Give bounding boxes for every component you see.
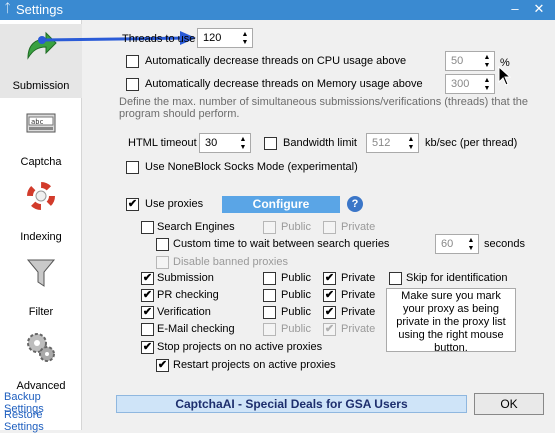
socks-mode-label: Use NoneBlock Socks Mode (experimental) [145, 161, 358, 173]
bandwidth-spinner[interactable]: 512 ▲ ▼ [366, 133, 419, 153]
bandwidth-limit-label: Bandwidth limit [283, 137, 357, 149]
private-label: Private [341, 272, 376, 284]
minimize-button[interactable]: – [506, 1, 524, 17]
threads-spinner[interactable]: 120 ▲ ▼ [197, 28, 253, 48]
proxy-note: Make sure you mark your proxy as being p… [386, 288, 516, 354]
socks-mode-checkbox[interactable] [126, 161, 139, 174]
sidebar-item-captcha[interactable]: abc Captcha [0, 100, 82, 174]
memory-value: 300 [451, 78, 470, 90]
cpu-spinner[interactable]: 50 ▲ ▼ [445, 51, 495, 71]
public-label: Public [281, 323, 311, 335]
search-engines-label: Search Engines [157, 221, 235, 233]
captcha-icon: abc [26, 113, 56, 133]
html-timeout-spinner[interactable]: 30 ▲ ▼ [199, 133, 251, 153]
pr-checking-checkbox[interactable]: ✔ [141, 289, 154, 302]
stop-projects-checkbox[interactable]: ✔ [141, 341, 154, 354]
search-engines-checkbox[interactable] [141, 221, 154, 234]
memory-decrease-label: Automatically decrease threads on Memory… [145, 78, 423, 90]
private-label: Private [341, 221, 376, 233]
threads-value: 120 [203, 32, 222, 44]
restore-settings-link[interactable]: Restore Settings [4, 409, 81, 433]
pr-public-checkbox[interactable] [263, 289, 276, 302]
close-button[interactable]: ✕ [530, 1, 548, 17]
configure-button[interactable]: Configure [222, 196, 340, 213]
pr-private-checkbox[interactable]: ✔ [323, 289, 336, 302]
skip-identification-label: Skip for identification [406, 272, 508, 284]
sidebar-item-filter[interactable]: Filter [0, 250, 82, 324]
memory-decrease-checkbox[interactable] [126, 78, 139, 91]
spin-down-icon[interactable]: ▼ [481, 84, 493, 93]
public-label: Public [281, 221, 311, 233]
spin-down-icon[interactable]: ▼ [237, 143, 249, 152]
email-public-checkbox[interactable] [263, 323, 276, 336]
submission-private-checkbox[interactable]: ✔ [323, 272, 336, 285]
sidebar-item-indexing[interactable]: Indexing [0, 175, 82, 249]
threads-description: Define the max. number of simultaneous s… [119, 96, 529, 120]
cursor-icon [498, 66, 512, 86]
memory-spinner[interactable]: 300 ▲ ▼ [445, 74, 495, 94]
ok-button[interactable]: OK [474, 393, 544, 415]
restart-projects-label: Restart projects on active proxies [173, 359, 336, 371]
public-label: Public [281, 306, 311, 318]
sidebar: Submission abc Captcha Indexing Filter A… [0, 20, 82, 433]
disable-banned-label: Disable banned proxies [173, 256, 288, 268]
stop-projects-label: Stop projects on no active proxies [157, 341, 323, 353]
search-engines-public-checkbox[interactable] [263, 221, 276, 234]
threads-label: Threads to use [122, 33, 196, 45]
bandwidth-limit-checkbox[interactable] [264, 137, 277, 150]
seconds-label: seconds [484, 238, 525, 250]
custom-time-value: 60 [441, 238, 454, 250]
spin-down-icon[interactable]: ▼ [405, 143, 417, 152]
submission-label: Submission [157, 272, 214, 284]
email-checking-label: E-Mail checking [157, 323, 235, 335]
skip-identification-checkbox[interactable] [389, 272, 402, 285]
public-label: Public [281, 272, 311, 284]
sidebar-item-label: Submission [12, 80, 70, 92]
spin-down-icon[interactable]: ▼ [481, 61, 493, 70]
custom-time-label: Custom time to wait between search queri… [173, 238, 390, 250]
disable-banned-checkbox[interactable] [156, 256, 169, 269]
help-icon[interactable]: ? [347, 196, 363, 212]
spin-down-icon[interactable]: ▼ [239, 38, 251, 47]
sidebar-item-label: Captcha [20, 156, 62, 168]
html-timeout-value: 30 [205, 137, 218, 149]
svg-text:abc: abc [31, 118, 44, 126]
public-label: Public [281, 289, 311, 301]
verification-label: Verification [157, 306, 211, 318]
pin-icon: ᛏ [4, 1, 12, 15]
submission-checkbox[interactable]: ✔ [141, 272, 154, 285]
lifebuoy-icon [27, 182, 55, 210]
bandwidth-unit: kb/sec (per thread) [425, 137, 518, 149]
search-engines-private-checkbox[interactable] [323, 221, 336, 234]
html-timeout-label: HTML timeout [128, 137, 197, 149]
use-proxies-label: Use proxies [145, 198, 204, 210]
custom-time-spinner[interactable]: 60 ▲ ▼ [435, 234, 479, 254]
captchaai-banner[interactable]: CaptchaAI - Special Deals for GSA Users [116, 395, 467, 413]
cpu-decrease-label: Automatically decrease threads on CPU us… [145, 55, 407, 67]
private-label: Private [341, 289, 376, 301]
private-label: Private [341, 323, 376, 335]
title-bar: ᛏ Settings – ✕ [0, 0, 555, 20]
spin-down-icon[interactable]: ▼ [465, 244, 477, 253]
email-private-checkbox[interactable]: ✔ [323, 323, 336, 336]
cpu-value: 50 [451, 55, 464, 67]
use-proxies-checkbox[interactable]: ✔ [126, 198, 139, 211]
email-checking-checkbox[interactable] [141, 323, 154, 336]
pr-checking-label: PR checking [157, 289, 219, 301]
gears-icon [27, 333, 55, 362]
sidebar-item-advanced[interactable]: Advanced [0, 324, 82, 398]
window-title: Settings [16, 2, 63, 17]
custom-time-checkbox[interactable] [156, 238, 169, 251]
restart-projects-checkbox[interactable]: ✔ [156, 359, 169, 372]
private-label: Private [341, 306, 376, 318]
verification-private-checkbox[interactable]: ✔ [323, 306, 336, 319]
funnel-icon [26, 259, 56, 287]
sidebar-item-label: Filter [28, 306, 54, 318]
sidebar-item-label: Indexing [20, 231, 62, 243]
verification-checkbox[interactable]: ✔ [141, 306, 154, 319]
submission-public-checkbox[interactable] [263, 272, 276, 285]
verification-public-checkbox[interactable] [263, 306, 276, 319]
cpu-decrease-checkbox[interactable] [126, 55, 139, 68]
bandwidth-value: 512 [372, 137, 391, 149]
